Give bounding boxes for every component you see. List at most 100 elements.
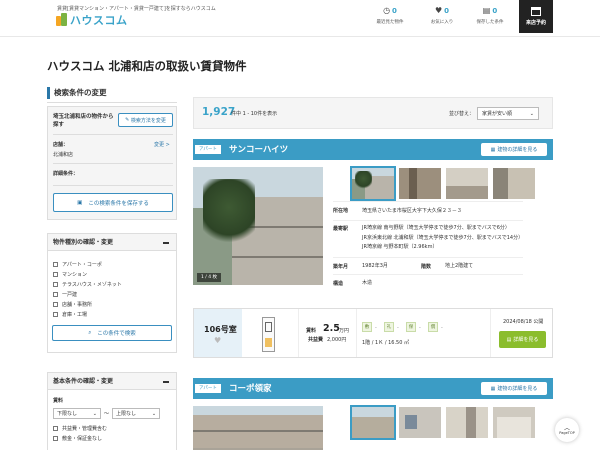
rent-value: 2.5 — [323, 323, 340, 334]
collapse-icon — [163, 381, 169, 383]
property-type-badge: アパート — [195, 145, 221, 154]
checkbox[interactable] — [53, 281, 58, 287]
property-name[interactable]: サンコーハイツ — [229, 143, 288, 155]
site-logo[interactable]: ハウスコム — [56, 12, 128, 28]
sort-value: 家賃が安い順 — [482, 111, 513, 117]
logo-text: ハウスコム — [70, 14, 128, 27]
saved-conditions-link[interactable]: ▤ 0 保存した条件 — [468, 6, 512, 25]
checkbox[interactable] — [53, 435, 58, 441]
checkbox[interactable] — [53, 271, 58, 277]
option-label: 共益費・管理費含む — [62, 425, 108, 432]
recently-viewed-link[interactable]: ◷ 0 最近見た物件 — [368, 6, 412, 25]
station-label: 最寄駅 — [333, 226, 349, 232]
save-search-label: この検索条件を保存する — [88, 200, 149, 207]
photo-thumbnail[interactable] — [446, 407, 488, 438]
checkbox[interactable] — [53, 261, 58, 267]
rent-max-select[interactable]: 上限なし ⌄ — [112, 408, 161, 419]
option-label: 一戸建 — [62, 291, 78, 298]
visit-reservation-button[interactable]: 来店予約 — [519, 0, 553, 33]
option-no-deposit[interactable]: 敷金・保証金なし — [48, 433, 176, 443]
key-money-tag: 礼 — [384, 322, 394, 332]
page-top-button[interactable]: ︿ PageTOP — [555, 418, 579, 442]
divider — [53, 134, 173, 135]
rent-range: 下限なし ⌄ 〜 上限なし ⌄ — [48, 408, 176, 419]
address-label: 所在地 — [333, 208, 349, 214]
document-icon: ▤ — [506, 336, 512, 343]
page-title: ハウスコム 北浦和店の取扱い賃貸物件 — [47, 59, 247, 73]
address-value: 埼玉県さいたま市桜区大字下大久保２３－３ — [362, 208, 462, 214]
structure-value: 木造 — [362, 280, 373, 286]
property-name[interactable]: コーポ領家 — [229, 382, 272, 394]
basic-conditions-header[interactable]: 基本条件の確認・変更 — [48, 373, 176, 390]
clock-icon: ◷ — [383, 6, 391, 15]
option-label: テラスハウス・メゾネット — [62, 281, 122, 288]
see-room-detail-button[interactable]: ▤ 詳細を見る — [499, 331, 546, 348]
station-3: JR埼京線 与野本町駅（2.96km） — [362, 244, 438, 250]
type-option-store-office[interactable]: 店舗・事務所 — [48, 299, 176, 309]
detail-conditions-key: 詳細条件： — [53, 171, 79, 177]
rent-min-select[interactable]: 下限なし ⌄ — [53, 408, 101, 419]
favorites-link[interactable]: ♥ 0 お気に入り — [420, 6, 464, 25]
change-search-method-button[interactable]: ✎ 検索方法を変更 — [118, 113, 173, 127]
floor-plan-image[interactable] — [262, 317, 275, 352]
photo-thumbnail[interactable] — [399, 407, 441, 438]
photo-thumbnail[interactable] — [493, 168, 535, 199]
photo-thumbnail[interactable] — [350, 166, 396, 201]
sort-select[interactable]: 家賃が安い順 ⌄ — [477, 107, 539, 120]
divider — [53, 163, 173, 164]
photo-counter: 1 / 4 枚 — [197, 273, 222, 282]
visit-label: 来店予約 — [525, 20, 546, 26]
photo-thumbnail[interactable] — [446, 168, 488, 199]
amortization-value: - — [441, 325, 443, 331]
favorite-heart-icon[interactable]: ♥ — [214, 336, 221, 345]
option-label: 倉庫・工場 — [62, 311, 88, 318]
guarantee-value: - — [419, 325, 421, 331]
type-option-house[interactable]: 一戸建 — [48, 289, 176, 299]
fee-label: 共益費 — [308, 337, 324, 343]
see-room-detail-label: 詳細を見る — [513, 337, 539, 343]
folder-icon: ▤ — [482, 6, 491, 15]
option-include-fees[interactable]: 共益費・管理費含む — [48, 423, 176, 433]
sort-label: 並び替え： — [449, 111, 475, 117]
result-range: 件中 1 - 10件を表示 — [231, 111, 278, 117]
type-option-apartment[interactable]: アパート・コーポ — [48, 259, 176, 269]
chevron-down-icon: ⌄ — [92, 410, 97, 417]
type-option-mansion[interactable]: マンション — [48, 269, 176, 279]
property-type-title: 物件種別の確認・変更 — [53, 239, 114, 246]
rent-separator: 〜 — [104, 411, 110, 417]
site-tagline: 賃貸[賃貸マンション・アパート・賃貸一戸建て]を探すならハウスコム — [57, 6, 216, 12]
property-main-photo[interactable] — [193, 406, 323, 450]
published-date: 2024/08/18 公開 — [503, 319, 544, 325]
logo-mark-icon — [56, 13, 68, 27]
room-layout: 1階 / 1Ｋ / 16.50 ㎡ — [362, 340, 409, 346]
station-2: JR京浜東北線 北浦和駅（埼玉大学停まで徒歩7分、駅までバスで14分） — [362, 235, 524, 241]
checkbox[interactable] — [53, 291, 58, 297]
store-box-title: 埼玉北浦和店の物件から探す — [53, 114, 114, 128]
room-number: 106号室 — [204, 325, 237, 334]
building-icon: ▦ — [490, 385, 496, 392]
fee-value: 2,000円 — [327, 337, 347, 343]
recent-label: 最近見た物件 — [376, 20, 404, 25]
checkbox[interactable] — [53, 425, 58, 431]
property-main-photo[interactable]: 1 / 4 枚 — [193, 167, 323, 285]
favorites-count: 0 — [444, 6, 450, 15]
store-edit-link[interactable]: 変更 > — [154, 141, 170, 148]
chevron-down-icon: ⌄ — [529, 110, 534, 117]
collapse-icon — [163, 242, 169, 244]
type-option-terrace[interactable]: テラスハウス・メゾネット — [48, 279, 176, 289]
photo-thumbnail[interactable] — [399, 168, 441, 199]
building-detail-button[interactable]: ▦ 建物の詳細を見る — [481, 382, 547, 395]
photo-thumbnail[interactable] — [493, 407, 535, 438]
checkbox[interactable] — [53, 311, 58, 317]
property-header: アパート コーポ領家 ▦ 建物の詳細を見る — [193, 378, 553, 399]
basic-conditions-title: 基本条件の確認・変更 — [53, 378, 114, 385]
photo-thumbnail[interactable] — [350, 405, 396, 440]
type-option-warehouse[interactable]: 倉庫・工場 — [48, 309, 176, 319]
building-detail-button[interactable]: ▦ 建物の詳細を見る — [481, 143, 547, 156]
save-search-button[interactable]: ▣ この検索条件を保存する — [53, 193, 173, 212]
search-with-conditions-button[interactable]: ⌕ この条件で検索 — [52, 325, 172, 341]
key-money-value: - — [397, 325, 399, 331]
structure-label: 構造 — [333, 281, 344, 287]
property-type-header[interactable]: 物件種別の確認・変更 — [48, 234, 176, 251]
checkbox[interactable] — [53, 301, 58, 307]
